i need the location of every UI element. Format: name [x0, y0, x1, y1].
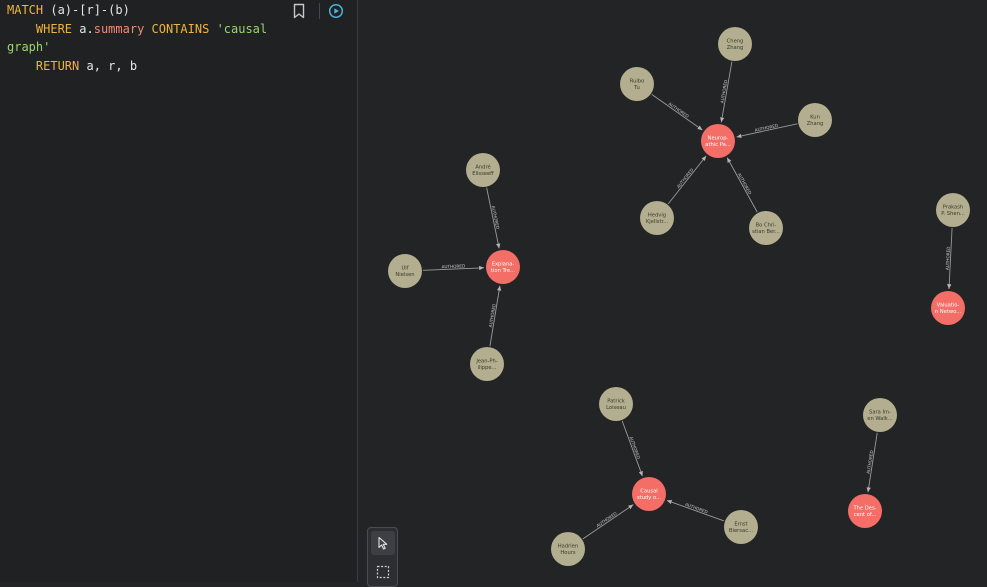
author-node-label: Patrick Loiseau — [606, 399, 626, 411]
query-token — [7, 22, 36, 36]
paper-node-causal[interactable]: Causal study o... — [632, 477, 666, 511]
author-node-kun[interactable]: Kun Zhang — [798, 103, 832, 137]
paper-node-label: The Des-cent of... — [852, 506, 876, 518]
relationship-label: AUTHORED — [595, 511, 617, 528]
relationship-label: AUTHORED — [754, 123, 778, 133]
relationship-label: AUTHORED — [668, 101, 690, 119]
query-token: summary — [93, 21, 145, 36]
author-node-label: Sara Im-en Walk... — [867, 410, 893, 422]
paper-node-explanation[interactable]: Explana-tion Tre... — [486, 250, 520, 284]
query-token: CONTAINS — [151, 21, 210, 36]
relationship-prakash-valuation[interactable]: AUTHORED — [945, 227, 953, 290]
paper-node-label: Valuatio-n Netwo... — [935, 303, 962, 315]
query-token — [209, 22, 216, 36]
toolbar-divider — [319, 3, 320, 19]
author-node-sara[interactable]: Sara Im-en Walk... — [863, 398, 897, 432]
bookmark-icon — [293, 3, 305, 19]
query-token: WHERE — [35, 21, 73, 36]
author-node-label: Prakash P. Shen... — [941, 205, 965, 217]
relationship-label: AUTHORED — [737, 172, 753, 195]
relationship-label: AUTHORED — [491, 205, 501, 229]
query-token: a. — [72, 21, 94, 36]
query-token: a, r, b — [79, 58, 138, 73]
relationship-sara-descent[interactable]: AUTHORED — [866, 432, 878, 493]
author-node-patrick[interactable]: Patrick Loiseau — [599, 387, 633, 421]
author-node-label: Hedvig Kjellstr... — [646, 213, 669, 225]
author-node-ulf[interactable]: Ulf Nielsen — [388, 254, 422, 288]
query-token — [7, 59, 36, 73]
box-select-tool-button[interactable] — [371, 560, 395, 584]
author-node-hadrien[interactable]: Hadrien Hours — [551, 532, 585, 566]
relationship-patrick-causal[interactable]: AUTHORED — [621, 420, 643, 477]
paper-node-label: Neurop-athic Pa... — [705, 136, 731, 148]
relationship-hadrien-causal[interactable]: AUTHORED — [582, 504, 634, 540]
relationship-line[interactable] — [667, 155, 707, 205]
author-node-label: Bo Chri-stian Ber... — [752, 223, 780, 235]
relationship-kun-neuropathic[interactable]: AUTHORED — [736, 123, 798, 139]
relationship-ernst-causal[interactable]: AUTHORED — [666, 499, 725, 522]
query-editor-panel: MATCH (a)-[r]-(b) WHERE a.summary CONTAI… — [0, 0, 358, 582]
graph-visualization-canvas[interactable]: AUTHORED AUTHORED AUTHORED AUTHORED AUTHORED… — [359, 0, 987, 582]
relationship-ulf-explanation[interactable]: AUTHORED — [422, 263, 485, 271]
relationship-line[interactable] — [621, 420, 643, 477]
select-tool-button[interactable] — [371, 531, 395, 555]
bookmark-button[interactable] — [290, 2, 308, 20]
author-node-andre[interactable]: André Elisseeff — [466, 153, 500, 187]
relationship-cheng-neuropathic[interactable]: AUTHORED — [719, 61, 733, 123]
query-token: RETURN — [35, 58, 80, 73]
paper-node-label: Explana-tion Tre... — [491, 262, 515, 274]
relationship-line[interactable] — [726, 157, 758, 213]
run-query-button[interactable] — [327, 2, 345, 20]
paper-node-label: Causal study o... — [637, 489, 661, 501]
author-node-bo[interactable]: Bo Chri-stian Ber... — [749, 211, 783, 245]
query-token: (a)-[r]-(b) — [43, 3, 130, 17]
relationship-hedvig-neuropathic[interactable]: AUTHORED — [667, 155, 707, 205]
cypher-query-editor[interactable]: MATCH (a)-[r]-(b) WHERE a.summary CONTAI… — [7, 1, 287, 75]
relationship-bo-neuropathic[interactable]: AUTHORED — [726, 157, 758, 213]
box-select-icon — [376, 565, 390, 579]
query-line: RETURN a, r, b — [7, 57, 287, 76]
author-node-label: Jean-Ph-ilippe... — [475, 359, 497, 371]
relationship-andre-explanation[interactable]: AUTHORED — [486, 187, 501, 249]
graph-svg[interactable]: AUTHORED AUTHORED AUTHORED AUTHORED AUTHORED… — [359, 0, 987, 582]
run-query-icon — [328, 3, 344, 19]
relationship-line[interactable] — [651, 93, 703, 131]
relationship-ruibo-neuropathic[interactable]: AUTHORED — [651, 93, 703, 131]
author-node-hedvig[interactable]: Hedvig Kjellstr... — [640, 201, 674, 235]
canvas-toolbar — [367, 527, 398, 587]
author-node-ernst[interactable]: Ernst Biersac... — [724, 510, 758, 544]
author-node-jean[interactable]: Jean-Ph-ilippe... — [470, 347, 504, 381]
relationship-label: AUTHORED — [676, 167, 695, 189]
query-line: MATCH (a)-[r]-(b) — [7, 1, 287, 20]
select-pointer-icon — [378, 536, 388, 550]
query-token: MATCH — [7, 3, 44, 17]
query-token — [144, 22, 151, 36]
relationship-line[interactable] — [582, 504, 634, 540]
author-node-ruibo[interactable]: Ruibo Tu — [620, 67, 654, 101]
author-node-label: Cheng Zhang — [727, 39, 744, 51]
relationship-label: AUTHORED — [441, 263, 465, 269]
paper-node-valuation[interactable]: Valuatio-n Netwo... — [931, 291, 965, 325]
relationship-jean-explanation[interactable]: AUTHORED — [488, 285, 502, 347]
author-node-label: Hadrien Hours — [558, 544, 578, 556]
query-line: WHERE a.summary CONTAINS 'causal graph' — [7, 20, 287, 57]
paper-node-neuropathic[interactable]: Neurop-athic Pa... — [701, 124, 735, 158]
relationships-layer: AUTHORED AUTHORED AUTHORED AUTHORED AUTHORED… — [422, 61, 953, 540]
author-node-cheng[interactable]: Cheng Zhang — [718, 27, 752, 61]
relationship-line[interactable] — [666, 499, 725, 522]
author-node-prakash[interactable]: Prakash P. Shen... — [936, 193, 970, 227]
paper-node-descent[interactable]: The Des-cent of... — [848, 494, 882, 528]
